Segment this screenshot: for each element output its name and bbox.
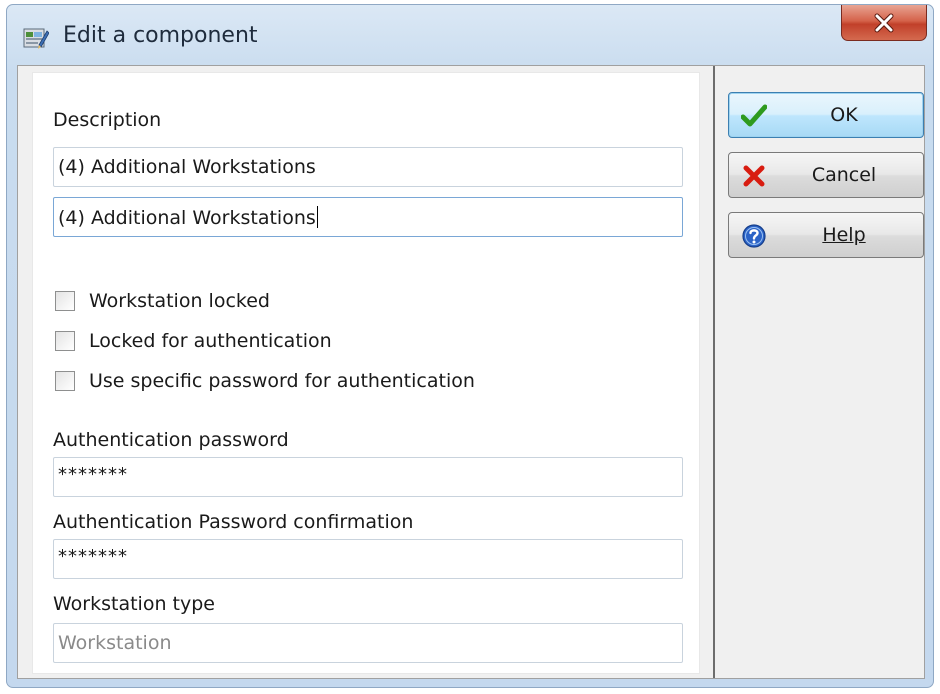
form-panel: Description (4) Additional Workstations … bbox=[32, 72, 700, 674]
cancel-button[interactable]: Cancel bbox=[728, 152, 924, 198]
workstation-type-value: Workstation bbox=[58, 632, 172, 654]
workstation-type-label: Workstation type bbox=[53, 593, 215, 615]
panel-divider bbox=[713, 66, 715, 678]
text-caret bbox=[316, 206, 318, 228]
workstation-type-field[interactable]: Workstation bbox=[53, 623, 683, 663]
auth-password-field[interactable]: ******* bbox=[53, 457, 683, 497]
title-bar: Edit a component bbox=[7, 5, 933, 67]
description-field-1[interactable]: (4) Additional Workstations bbox=[53, 147, 683, 187]
help-button-label: Help bbox=[822, 224, 866, 246]
workstation-locked-label: Workstation locked bbox=[89, 290, 270, 312]
help-question-icon bbox=[742, 224, 766, 248]
auth-password-value: ******* bbox=[58, 464, 128, 485]
use-specific-password-label: Use specific password for authentication bbox=[89, 370, 475, 392]
description-field-2-value: (4) Additional Workstations bbox=[58, 207, 316, 229]
auth-password-label: Authentication password bbox=[53, 429, 289, 451]
checkbox-row-use-specific-password[interactable]: Use specific password for authentication bbox=[55, 367, 475, 395]
description-label: Description bbox=[53, 109, 162, 131]
description-field-1-value: (4) Additional Workstations bbox=[58, 156, 316, 178]
dialog-client-area: Description (4) Additional Workstations … bbox=[17, 65, 925, 679]
checkbox-row-workstation-locked[interactable]: Workstation locked bbox=[55, 287, 270, 315]
cancel-button-label: Cancel bbox=[811, 164, 877, 186]
checkbox-row-locked-for-authentication[interactable]: Locked for authentication bbox=[55, 327, 332, 355]
x-cross-icon bbox=[743, 165, 765, 187]
locked-for-authentication-label: Locked for authentication bbox=[89, 330, 332, 352]
description-field-2[interactable]: (4) Additional Workstations bbox=[53, 197, 683, 237]
close-button[interactable] bbox=[841, 5, 927, 41]
auth-confirm-field[interactable]: ******* bbox=[53, 539, 683, 579]
dialog-window: Edit a component Description (4) Additio… bbox=[6, 4, 934, 688]
help-button[interactable]: Help bbox=[728, 212, 924, 258]
auth-confirm-label: Authentication Password confirmation bbox=[53, 511, 414, 533]
locked-for-authentication-checkbox[interactable] bbox=[55, 331, 75, 351]
close-icon bbox=[874, 13, 894, 32]
edit-component-icon bbox=[23, 28, 49, 49]
checkmark-icon bbox=[741, 104, 767, 127]
auth-confirm-value: ******* bbox=[58, 546, 128, 567]
ok-button-label: OK bbox=[830, 104, 858, 126]
workstation-locked-checkbox[interactable] bbox=[55, 291, 75, 311]
ok-button[interactable]: OK bbox=[728, 92, 924, 138]
window-title: Edit a component bbox=[63, 23, 258, 48]
use-specific-password-checkbox[interactable] bbox=[55, 371, 75, 391]
